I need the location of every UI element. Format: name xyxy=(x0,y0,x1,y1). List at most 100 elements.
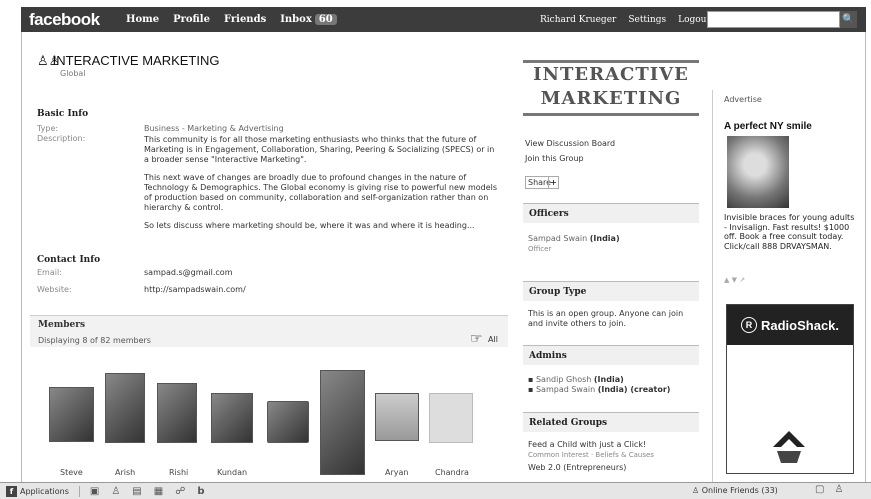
member-photo-rishi[interactable] xyxy=(157,383,197,443)
page-title: ♙♙ INTERACTIVE MARKETING xyxy=(37,53,219,69)
recycle-arrows-icon xyxy=(773,431,805,463)
hand-cursor-icon: ☞ xyxy=(470,331,483,347)
email-label: Email: xyxy=(37,268,62,277)
nav-home[interactable]: Home xyxy=(126,14,159,25)
related-group-2-link[interactable]: Web 2.0 (Entrepreneurs) xyxy=(528,463,654,473)
officer-role: Officer xyxy=(528,245,552,253)
admin-1-link[interactable]: Sandip Ghosh xyxy=(536,375,591,384)
radioshack-header: R RadioShack. xyxy=(727,305,853,345)
facebook-app-icon: f xyxy=(6,485,17,497)
app-shortcuts: ▣ ♙ ▤ ▦ ☍ b xyxy=(90,486,205,497)
officer-name-link[interactable]: Sampad Swain xyxy=(528,234,587,243)
description-paragraph-2: This next wave of changes are broadly du… xyxy=(144,173,498,212)
group-title-text: INTERACTIVE MARKETING xyxy=(52,53,220,68)
radioshack-ad[interactable]: R RadioShack. xyxy=(726,304,854,474)
admins-heading: Admins xyxy=(523,345,699,365)
member-photo-kundan[interactable] xyxy=(211,393,253,443)
member-name-arish[interactable]: Arish xyxy=(115,468,135,477)
related-group-1-link[interactable]: Feed a Child with just a Click! xyxy=(528,440,654,450)
banner-line-1: INTERACTIVE xyxy=(533,64,689,85)
admin-item-2: ▪ Sampad Swain (India) (creator) xyxy=(528,385,671,394)
related-groups-list: Feed a Child with just a Click! Common I… xyxy=(528,440,654,473)
type-value[interactable]: Business - Marketing & Advertising xyxy=(144,124,284,134)
admin-2-link[interactable]: Sampad Swain xyxy=(536,385,595,394)
member-photo-chandra[interactable] xyxy=(429,393,473,443)
b-app-icon[interactable]: b xyxy=(197,486,204,497)
member-name-steve[interactable]: Steve xyxy=(60,468,83,477)
member-photo-6[interactable] xyxy=(320,370,365,475)
member-name-aryan[interactable]: Aryan xyxy=(385,468,408,477)
search-icon[interactable]: 🔍 xyxy=(840,11,857,28)
group-type-heading: Group Type xyxy=(523,281,699,301)
ad-title[interactable]: A perfect NY smile xyxy=(724,121,812,132)
member-photo-arish[interactable] xyxy=(105,373,145,443)
member-name-rishi[interactable]: Rishi xyxy=(169,468,188,477)
notes-icon[interactable]: ▤ xyxy=(132,486,141,497)
group-type-text: This is an open group. Anyone can join a… xyxy=(528,309,684,328)
online-friends-button[interactable]: ♙ Online Friends (33) xyxy=(692,486,778,495)
photos-icon[interactable]: ▣ xyxy=(90,486,99,497)
facebook-logo[interactable]: facebook xyxy=(29,10,119,30)
description-label: Description: xyxy=(37,134,86,143)
account-nav: Richard Krueger Settings Logout xyxy=(540,15,710,25)
member-photo-5[interactable] xyxy=(267,401,309,443)
member-photo-aryan[interactable] xyxy=(375,393,419,441)
members-count: Displaying 8 of 82 members xyxy=(38,336,151,345)
share-button[interactable]: Share + xyxy=(525,176,559,189)
type-label: Type: xyxy=(37,124,59,133)
links-icon[interactable]: ☍ xyxy=(175,486,185,497)
description-paragraph-1: This community is for all those marketin… xyxy=(144,135,495,164)
contact-info-heading: Contact Info xyxy=(37,255,101,265)
advertise-link[interactable]: Advertise xyxy=(724,95,762,104)
banner-line-2: MARKETING xyxy=(540,88,682,109)
members-heading: Members xyxy=(38,320,86,330)
basic-info-heading: Basic Info xyxy=(37,109,89,119)
website-link[interactable]: http://sampadswain.com/ xyxy=(144,285,246,295)
inbox-count-badge: 60 xyxy=(314,14,337,25)
admin-2-extra: (India) (creator) xyxy=(597,385,671,394)
ad-image[interactable] xyxy=(727,136,789,208)
nav-inbox-label: Inbox xyxy=(280,14,312,25)
group-scope: Global xyxy=(60,69,86,78)
view-discussion-board-link[interactable]: View Discussion Board xyxy=(525,139,615,148)
member-photo-steve[interactable] xyxy=(49,387,94,442)
logout-link[interactable]: Logout xyxy=(678,15,710,25)
search-input[interactable] xyxy=(707,11,840,28)
group-banner: INTERACTIVE MARKETING xyxy=(523,60,699,116)
related-groups-heading: Related Groups xyxy=(523,412,699,432)
email-value[interactable]: sampad.s@gmail.com xyxy=(144,268,232,278)
events-icon[interactable]: ▦ xyxy=(154,486,163,497)
nav-friends[interactable]: Friends xyxy=(224,14,266,25)
ad-text[interactable]: Invisible braces for young adults - Invi… xyxy=(724,213,856,251)
groups-icon[interactable]: ♙ xyxy=(111,486,120,497)
user-name-link[interactable]: Richard Krueger xyxy=(540,15,616,25)
applications-label: Applications xyxy=(20,486,69,496)
applications-menu[interactable]: f Applications xyxy=(6,485,80,497)
member-name-kundan[interactable]: Kundan xyxy=(217,468,247,477)
main-nav: Home Profile Friends Inbox 60 xyxy=(126,14,337,25)
radioshack-logo-icon: R xyxy=(740,317,757,333)
officer-entry: Sampad Swain (India) Officer xyxy=(528,234,620,254)
see-all-link[interactable]: All xyxy=(488,335,498,344)
nav-profile[interactable]: Profile xyxy=(173,14,210,25)
chat-window-icon[interactable]: ▢ xyxy=(815,484,824,495)
description-text: This community is for all those marketin… xyxy=(144,135,499,239)
ad-thumbs-icon[interactable]: ▲ ▼ ↗ xyxy=(724,276,745,284)
top-navigation-bar: facebook Home Profile Friends Inbox 60 Ri… xyxy=(21,7,866,32)
website-label: Website: xyxy=(37,285,72,294)
admin-item-1: ▪ Sandip Ghosh (India) xyxy=(528,375,624,384)
related-group-1-category: Common Interest · Beliefs & Causes xyxy=(528,451,654,459)
members-header: Members Displaying 8 of 82 members All xyxy=(30,315,508,347)
online-friends-label: Online Friends (33) xyxy=(701,486,778,495)
join-group-link[interactable]: Join this Group xyxy=(525,154,584,163)
settings-link[interactable]: Settings xyxy=(628,15,666,25)
notifications-icon[interactable]: ♙ xyxy=(834,484,843,495)
member-name-chandra[interactable]: Chandra xyxy=(435,468,469,477)
share-plus-icon: + xyxy=(548,177,558,188)
description-paragraph-3: So lets discuss where marketing should b… xyxy=(144,221,475,230)
admins-list: ▪ Sandip Ghosh (India) ▪ Sampad Swain (I… xyxy=(528,375,670,395)
bottom-chat-bar: f Applications ▣ ♙ ▤ ▦ ☍ b ♙ Online Frie… xyxy=(0,482,871,499)
nav-inbox[interactable]: Inbox 60 xyxy=(280,14,337,25)
admin-1-extra: (India) xyxy=(593,375,624,384)
members-photos: Steve Arish Rishi Kundan Aryan Chandra xyxy=(45,365,485,477)
